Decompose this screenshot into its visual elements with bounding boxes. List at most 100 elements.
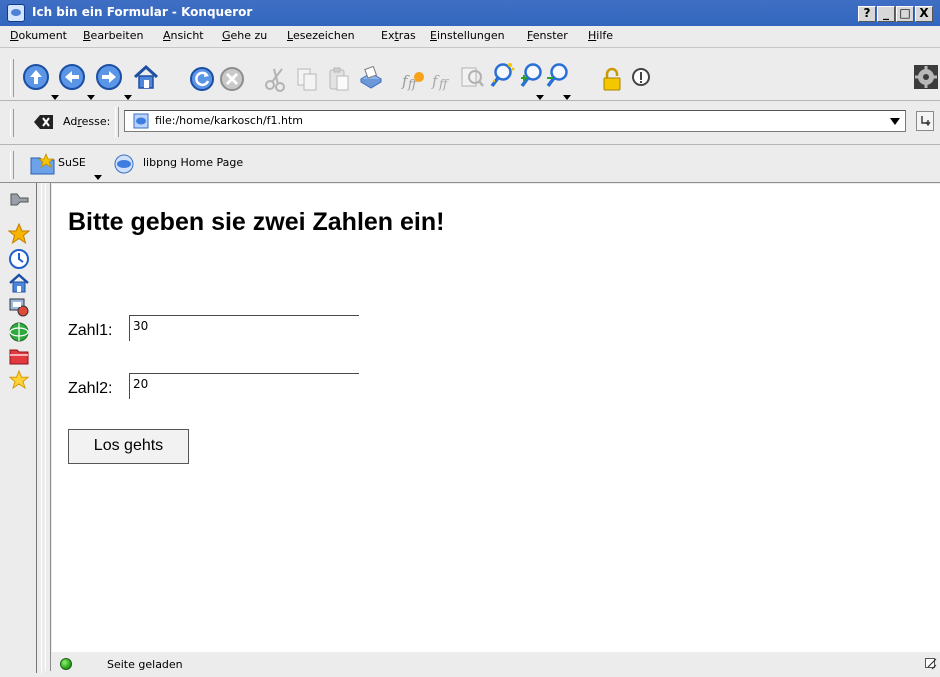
window-title: Ich bin ein Formular - Konqueror bbox=[32, 5, 253, 19]
menu-fenster[interactable]: Fenster bbox=[527, 29, 568, 42]
status-bar: Seite geladen bbox=[0, 653, 940, 677]
sidebar-folder-button[interactable] bbox=[6, 344, 32, 368]
menu-fenster-rest: enster bbox=[532, 29, 568, 42]
menu-dokument-rest: okument bbox=[18, 29, 67, 42]
stop-icon[interactable] bbox=[218, 65, 246, 93]
menu-ansicht-rest: nsicht bbox=[170, 29, 204, 42]
help-window-button[interactable]: ? bbox=[858, 6, 876, 22]
menu-bearbeiten-accel: B bbox=[83, 29, 91, 42]
zoom-in-dropdown-icon[interactable] bbox=[536, 95, 544, 100]
sidebar-services-button[interactable] bbox=[6, 295, 32, 319]
decrease-font-icon[interactable]: f ff bbox=[430, 65, 458, 93]
menu-lesezeichen[interactable]: Lesezeichen bbox=[287, 29, 355, 42]
menu-ansicht[interactable]: Ansicht bbox=[163, 29, 204, 42]
back-icon[interactable] bbox=[58, 63, 86, 91]
zoom-out-icon[interactable] bbox=[544, 61, 572, 89]
cut-icon[interactable] bbox=[262, 65, 290, 93]
menu-bearbeiten[interactable]: Bearbeiten bbox=[83, 29, 143, 42]
konqueror-app-icon[interactable] bbox=[7, 4, 25, 22]
go-arrow-icon bbox=[921, 116, 931, 127]
menu-gehe-zu-accel: G bbox=[222, 29, 231, 42]
zahl1-label: Zahl1: bbox=[68, 322, 113, 339]
forward-icon[interactable] bbox=[95, 63, 123, 91]
address-url: file:/home/karkosch/f1.htm bbox=[155, 114, 304, 127]
find-icon[interactable] bbox=[458, 63, 486, 91]
address-label: Adresse: bbox=[63, 115, 110, 128]
menu-extras-pre: Ex bbox=[381, 29, 395, 42]
zahl2-input[interactable]: 20 bbox=[129, 373, 359, 399]
sidebar-favorites-button[interactable] bbox=[6, 368, 32, 392]
location-toolbar: Adresse: file:/home/karkosch/f1.htm bbox=[0, 101, 940, 145]
reload-icon[interactable] bbox=[188, 65, 216, 93]
address-history-dropdown-icon[interactable] bbox=[890, 118, 900, 125]
menu-einstellungen-rest: instellungen bbox=[436, 29, 505, 42]
up-icon[interactable] bbox=[22, 63, 50, 91]
sidebar-splitter[interactable] bbox=[45, 183, 51, 671]
history-icon bbox=[9, 249, 29, 269]
address-handle[interactable] bbox=[115, 107, 119, 137]
sidebar-network-button[interactable] bbox=[6, 320, 32, 344]
resize-grip-icon[interactable] bbox=[925, 658, 937, 670]
favorites-star-icon bbox=[8, 369, 30, 390]
sidebar-home-icon bbox=[9, 273, 29, 293]
forward-dropdown-icon[interactable] bbox=[124, 95, 132, 100]
menu-einstellungen[interactable]: Einstellungen bbox=[430, 29, 505, 42]
bookmark-libpng[interactable]: libpng Home Page bbox=[113, 153, 263, 175]
home-icon[interactable] bbox=[132, 63, 160, 91]
tools-icon bbox=[10, 193, 29, 206]
info-icon[interactable] bbox=[630, 66, 652, 88]
paste-icon[interactable] bbox=[325, 65, 353, 93]
menu-gehe-zu[interactable]: Gehe zu bbox=[222, 29, 267, 42]
go-button[interactable] bbox=[916, 111, 934, 131]
globe-icon bbox=[114, 154, 134, 174]
menu-hilfe[interactable]: Hilfe bbox=[588, 29, 613, 42]
menu-bearbeiten-rest: earbeiten bbox=[90, 29, 144, 42]
toolbar-handle[interactable] bbox=[10, 59, 14, 97]
bookmark-suse[interactable]: SuSE bbox=[30, 153, 102, 180]
zoom-in-icon[interactable] bbox=[518, 61, 546, 89]
folder-icon bbox=[9, 349, 29, 365]
sidebar-tools-button[interactable] bbox=[6, 188, 32, 212]
clear-location-icon[interactable] bbox=[34, 114, 54, 130]
menu-extras[interactable]: Extras bbox=[381, 29, 416, 42]
sidebar-bookmarks-button[interactable] bbox=[6, 222, 32, 246]
minimize-window-button[interactable]: _ bbox=[877, 6, 895, 22]
page-content: Bitte geben sie zwei Zahlen ein! Zahl1: … bbox=[52, 184, 940, 652]
status-text: Seite geladen bbox=[107, 658, 183, 671]
sidebar-home-button[interactable] bbox=[6, 271, 32, 295]
bookmark-toolbar: SuSE libpng Home Page bbox=[0, 145, 940, 183]
location-toolbar-handle[interactable] bbox=[10, 109, 14, 137]
zahl1-input[interactable]: 30 bbox=[129, 315, 359, 341]
throbber-icon[interactable] bbox=[912, 63, 940, 91]
bookmark-suse-dropdown-icon[interactable] bbox=[94, 175, 102, 180]
menu-hilfe-rest: ilfe bbox=[596, 29, 614, 42]
zahl2-label: Zahl2: bbox=[68, 380, 113, 397]
security-lock-icon[interactable] bbox=[598, 65, 626, 93]
maximize-window-button[interactable]: □ bbox=[896, 6, 914, 22]
back-dropdown-icon[interactable] bbox=[87, 95, 95, 100]
menu-einstellungen-accel: E bbox=[430, 29, 437, 42]
zoom-icon[interactable] bbox=[488, 61, 516, 89]
increase-font-icon[interactable]: f ff bbox=[401, 65, 429, 93]
sidebar-scroll-track[interactable] bbox=[36, 183, 42, 673]
close-window-button[interactable]: X bbox=[915, 6, 933, 22]
copy-icon[interactable] bbox=[293, 65, 321, 93]
status-indicator-icon bbox=[60, 658, 72, 670]
menu-dokument[interactable]: Dokument bbox=[10, 29, 67, 42]
sidebar-history-button[interactable] bbox=[6, 247, 32, 271]
up-dropdown-icon[interactable] bbox=[51, 95, 59, 100]
menu-bar: Dokument Bearbeiten Ansicht Gehe zu Lese… bbox=[0, 26, 940, 48]
page-heading: Bitte geben sie zwei Zahlen ein! bbox=[68, 208, 445, 236]
address-input[interactable]: file:/home/karkosch/f1.htm bbox=[124, 110, 906, 132]
zoom-out-dropdown-icon[interactable] bbox=[563, 95, 571, 100]
window-titlebar[interactable]: Ich bin ein Formular - Konqueror ? _ □ X bbox=[0, 0, 940, 26]
address-label-post: esse: bbox=[81, 115, 111, 128]
svg-text:ff: ff bbox=[438, 77, 450, 91]
bookmark-toolbar-handle[interactable] bbox=[10, 151, 14, 179]
print-icon[interactable] bbox=[357, 63, 385, 91]
main-toolbar: f ff f ff bbox=[0, 49, 940, 101]
page-favicon-icon bbox=[133, 113, 149, 129]
services-icon bbox=[9, 298, 29, 317]
submit-button[interactable]: Los gehts bbox=[68, 429, 189, 464]
bookmark-folder-icon bbox=[30, 153, 55, 175]
